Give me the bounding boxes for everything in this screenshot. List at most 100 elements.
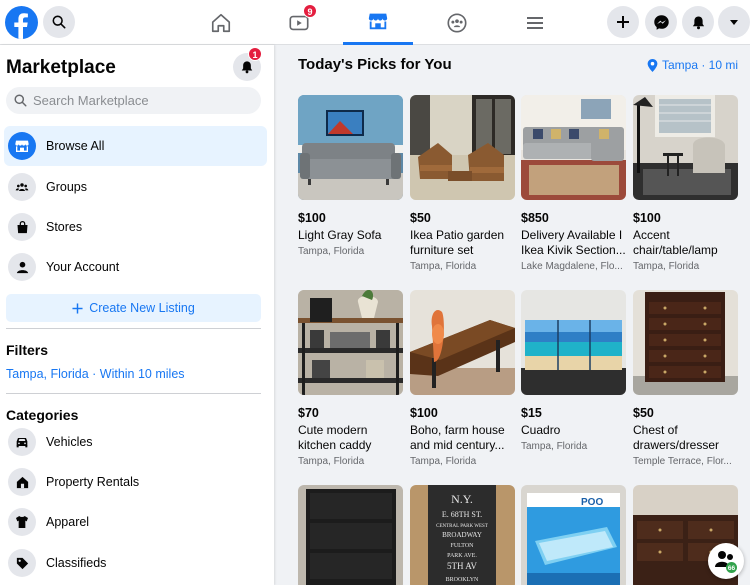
listing-photo-kiddie-pool: POO <box>521 485 626 585</box>
sidebar-item-groups[interactable]: Groups <box>4 167 267 207</box>
contacts-button[interactable]: 66 <box>708 543 744 579</box>
listing-photo-accent-chair <box>633 95 738 200</box>
search-input[interactable] <box>33 93 253 108</box>
listing-photo-ny-sign: N.Y. E. 68TH ST. CENTRAL PARK WEST BROAD… <box>410 485 515 585</box>
location-label: Tampa · 10 mi <box>661 58 738 72</box>
bag-icon <box>8 213 36 241</box>
sidebar-item-stores[interactable]: Stores <box>4 207 267 247</box>
tab-menu[interactable] <box>500 0 570 45</box>
listing-location: Tampa, Florida <box>410 456 477 467</box>
sidebar-item-browse-all[interactable]: Browse All <box>4 126 267 166</box>
plus-icon <box>72 302 83 314</box>
listing-card[interactable]: $100 Light Gray Sofa Tampa, Florida <box>298 95 403 257</box>
listing-card[interactable]: $15 Cuadro Tampa, Florida <box>521 290 626 452</box>
listing-card[interactable]: $50 Chest of drawers/dresser Temple Terr… <box>633 290 738 467</box>
listing-photo-sectional <box>521 95 626 200</box>
tab-marketplace[interactable] <box>343 0 413 45</box>
sidebar-item-label: Your Account <box>46 260 120 274</box>
facebook-logo-icon[interactable] <box>5 6 38 39</box>
storefront-icon <box>368 13 388 30</box>
listing-location: Tampa, Florida <box>298 456 365 467</box>
sign-line-4: BROADWAY <box>442 531 482 539</box>
sidebar-item-label: Stores <box>46 220 83 234</box>
listing-title: Light Gray Sofa <box>298 228 382 242</box>
listing-photo-boho-table <box>410 290 515 395</box>
search-icon <box>52 15 66 29</box>
create-button[interactable] <box>607 6 639 38</box>
groups-icon <box>447 12 467 33</box>
bell-icon <box>241 61 253 74</box>
filters-heading: Filters <box>6 342 49 358</box>
listing-price: $70 <box>298 406 319 420</box>
bell-icon <box>692 16 704 29</box>
sign-line-1: N.Y. <box>451 492 473 506</box>
search-button[interactable] <box>43 6 75 38</box>
create-new-listing-button[interactable]: Create New Listing <box>6 294 261 322</box>
search-box[interactable] <box>6 87 261 114</box>
contacts-count: 66 <box>728 565 736 572</box>
account-menu-button[interactable] <box>718 6 750 38</box>
messenger-button[interactable] <box>645 6 677 38</box>
listing-location: Tampa, Florida <box>410 261 477 272</box>
top-navigation-bar: 9 <box>0 0 750 45</box>
sign-line-8: BROOKLYN <box>446 577 479 583</box>
tab-groups[interactable] <box>422 0 492 45</box>
hamburger-menu-icon <box>527 16 543 29</box>
marketplace-notifications-button[interactable]: 1 <box>233 47 262 81</box>
messenger-icon <box>653 14 669 30</box>
plus-icon <box>617 16 629 28</box>
category-property-rentals[interactable]: Property Rentals <box>4 462 267 502</box>
notifications-button[interactable] <box>682 6 714 38</box>
listing-location: Temple Terrace, Flor... <box>633 456 732 467</box>
listing-photo-cuadro <box>521 290 626 395</box>
category-label: Vehicles <box>46 435 93 449</box>
listing-title: Cuadro <box>521 423 561 437</box>
sidebar-item-your-account[interactable]: Your Account <box>4 247 267 287</box>
listing-card[interactable]: $100 Accent chair/table/lamp Tampa, Flor… <box>633 95 738 272</box>
listing-price: $50 <box>633 406 654 420</box>
listing-photo-dresser <box>633 290 738 395</box>
listing-card[interactable]: N.Y. E. 68TH ST. CENTRAL PARK WEST BROAD… <box>410 485 515 585</box>
caret-down-icon <box>730 20 738 25</box>
box-label: POO <box>581 497 603 508</box>
listing-location: Tampa, Florida <box>298 246 365 257</box>
listing-location: Tampa, Florida <box>521 441 588 452</box>
category-vehicles[interactable]: Vehicles <box>4 422 267 462</box>
category-classifieds[interactable]: Classifieds <box>4 543 267 583</box>
listing-photo-kitchen-caddy <box>298 290 403 395</box>
location-filter-link[interactable]: Tampa, Florida · Within 10 miles <box>6 367 185 381</box>
listing-price: $100 <box>410 406 438 420</box>
listing-card[interactable]: POO <box>521 485 626 585</box>
shirt-icon <box>8 508 36 536</box>
listing-title: Ikea Patio garden furniture set <box>410 228 505 257</box>
listing-photo-black-dresser <box>298 485 403 585</box>
listing-card[interactable]: $70 Cute modern kitchen caddy Tampa, Flo… <box>298 290 403 467</box>
section-title: Today's Picks for You <box>298 56 452 73</box>
listing-card[interactable] <box>298 485 403 585</box>
listing-card[interactable]: $100 Boho, farm house and mid century...… <box>410 290 515 467</box>
tab-watch[interactable]: 9 <box>264 0 334 45</box>
listing-card[interactable]: $50 Ikea Patio garden furniture set Tamp… <box>410 95 515 272</box>
location-selector[interactable]: Tampa · 10 mi <box>647 58 738 72</box>
home-icon <box>211 13 231 32</box>
listing-photo-patio-set <box>410 95 515 200</box>
car-icon <box>8 428 36 456</box>
listing-card[interactable]: $850 Delivery Available I Ikea Kivik Sec… <box>521 95 626 272</box>
groups-icon <box>8 173 36 201</box>
listing-location: Lake Magdalene, Flo... <box>521 261 623 272</box>
storefront-icon <box>8 132 36 160</box>
location-pin-icon <box>647 58 658 72</box>
tab-home[interactable] <box>186 0 256 45</box>
category-label: Classifieds <box>46 556 107 570</box>
divider <box>6 328 261 329</box>
main-feed: Today's Picks for You Tampa · 10 mi $100… <box>274 45 750 585</box>
divider <box>6 393 261 394</box>
person-icon <box>8 253 36 281</box>
search-icon <box>14 94 27 107</box>
listing-price: $850 <box>521 211 549 225</box>
page-title: Marketplace <box>6 57 116 78</box>
listing-location: Tampa, Florida <box>633 261 700 272</box>
category-label: Apparel <box>46 515 90 529</box>
notification-badge: 1 <box>248 47 262 61</box>
category-apparel[interactable]: Apparel <box>4 502 267 542</box>
